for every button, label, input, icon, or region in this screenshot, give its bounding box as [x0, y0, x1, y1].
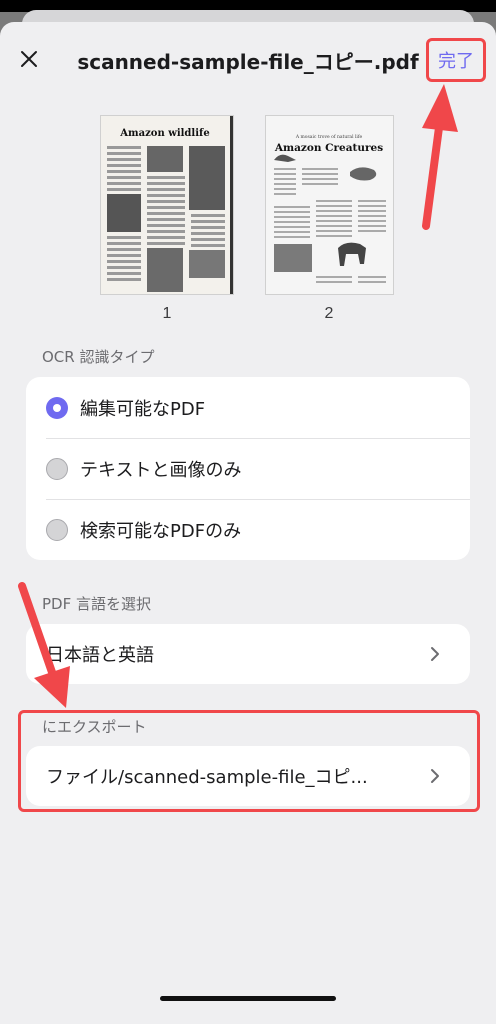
ocr-option-text-and-images[interactable]: テキストと画像のみ: [26, 438, 470, 499]
annotation-arrow-down-icon: [18, 582, 70, 708]
ocr-settings-sheet: scanned-sample-file_コピー.pdf 完了 Amazon wi…: [0, 22, 496, 1024]
page-title: scanned-sample-file_コピー.pdf: [77, 50, 419, 74]
radio-unselected-icon: [46, 457, 68, 480]
ocr-option-searchable-pdf[interactable]: 検索可能なPDFのみ: [26, 499, 470, 560]
language-select-row[interactable]: 日本語と英語: [26, 624, 470, 684]
page-2-preview: A mosaic trove of natural life Amazon Cr…: [274, 134, 386, 283]
annotation-arrow-up-icon: [422, 84, 458, 230]
thumb-2-small: A mosaic trove of natural life: [295, 134, 363, 140]
close-icon: [21, 51, 37, 67]
thumb-2-heading: Amazon Creatures: [274, 142, 383, 154]
page-number-2: 2: [324, 305, 334, 322]
page-thumbnail-2[interactable]: A mosaic trove of natural life Amazon Cr…: [266, 116, 393, 294]
export-highlight-box: [18, 710, 480, 812]
ocr-option-editable-pdf[interactable]: 編集可能なPDF: [26, 377, 470, 438]
ocr-option-label: 編集可能なPDF: [80, 398, 206, 420]
ocr-option-label: 検索可能なPDFのみ: [80, 520, 242, 542]
ocr-type-options: 編集可能なPDF テキストと画像のみ 検索可能なPDFのみ: [26, 377, 470, 560]
ocr-type-section-label: OCR 認識タイプ: [42, 348, 155, 366]
page-1-preview: Amazon wildlife: [107, 128, 225, 292]
ocr-option-label: テキストと画像のみ: [80, 459, 242, 481]
radio-unselected-icon: [46, 518, 68, 541]
thumb-1-heading: Amazon wildlife: [119, 128, 209, 139]
chevron-right-icon: [431, 647, 439, 661]
language-row[interactable]: 日本語と英語: [26, 624, 470, 684]
done-button[interactable]: 完了: [426, 38, 486, 82]
close-button[interactable]: [14, 44, 44, 74]
home-indicator[interactable]: [160, 996, 336, 1001]
radio-selected-icon: [46, 396, 68, 419]
page-number-1: 1: [162, 305, 172, 322]
page-thumbnail-1[interactable]: Amazon wildlife: [101, 116, 233, 294]
